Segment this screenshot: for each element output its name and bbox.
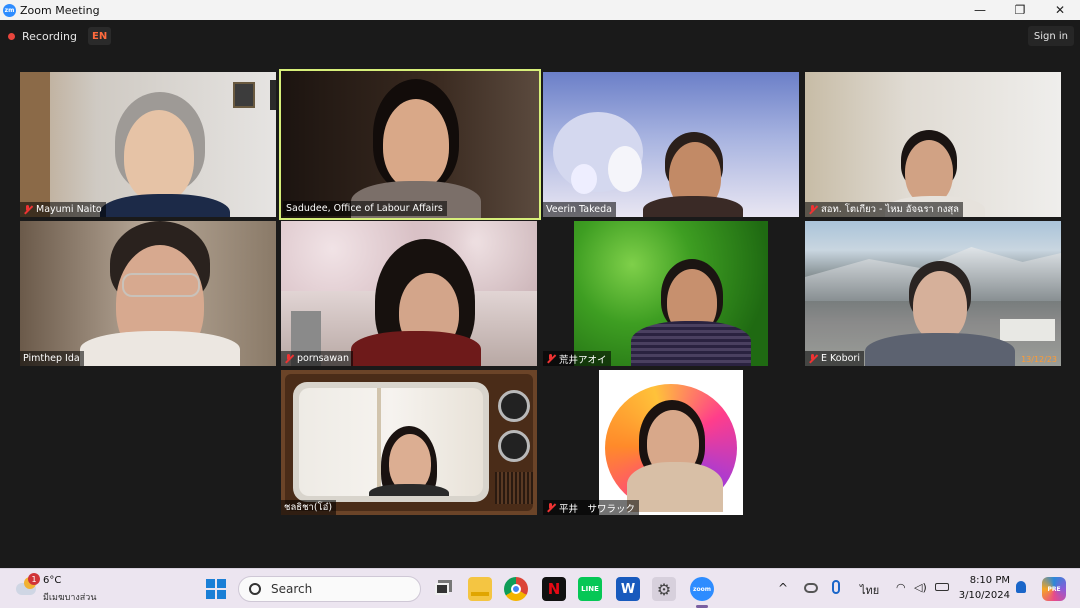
participant-name-label: สอท. โตเกียว - ไหม อัจฉรา กงสุล [805,202,963,217]
copilot-icon[interactable]: PRE [1042,577,1066,601]
muted-mic-icon [808,205,817,214]
video-tile[interactable]: 荒井アオイ [543,221,799,366]
muted-mic-icon [546,354,555,363]
sign-in-button[interactable]: Sign in [1027,26,1074,46]
participant-name-label: 荒井アオイ [543,351,611,366]
muted-mic-icon [808,354,817,363]
windows-start-icon[interactable] [204,577,228,601]
word-icon[interactable]: W [616,577,640,601]
video-tile[interactable]: Veerin Takeda [543,72,799,217]
participant-name-label: Pimthep Ida [20,351,84,366]
muted-mic-icon [284,354,293,363]
taskbar-search-box[interactable]: Search [238,576,421,602]
recording-indicator[interactable]: Recording [8,27,77,45]
video-tile[interactable]: Pimthep Ida [20,221,276,366]
recording-dot-icon [8,32,15,40]
participant-name-label: 平井 サワラック [543,500,640,515]
video-date-overlay: 13/12/23 [1021,355,1057,364]
minimize-button[interactable]: — [960,0,1000,20]
search-icon [249,583,261,595]
video-tile[interactable]: ชลธิชา(โอ๋) [281,370,537,515]
participant-name-label: E Kobori [805,351,864,366]
participant-name-label: Sadudee, Office of Labour Affairs [283,201,447,216]
video-tile[interactable]: pornsawan [281,221,537,366]
wifi-icon[interactable]: ◠ [896,581,906,594]
video-tile[interactable]: 13/12/23 E Kobori [805,221,1061,366]
task-view-icon[interactable] [430,577,454,601]
file-explorer-icon[interactable] [468,577,492,601]
microphone-icon[interactable] [832,580,840,594]
weather-notification-badge: 1 [28,573,40,585]
onedrive-icon[interactable] [804,583,818,593]
muted-mic-icon [23,205,32,214]
video-tile-active-speaker[interactable]: Sadudee, Office of Labour Affairs [279,69,541,220]
windows-taskbar: 1 6°C มีเมฆบางส่วน Search N LINE W ⚙ zoo… [0,568,1080,608]
zoom-logo-icon: zm [3,3,16,17]
video-tile[interactable]: Mayumi Naito [20,72,276,217]
settings-gear-icon[interactable]: ⚙ [652,577,676,601]
close-button[interactable]: ✕ [1040,0,1080,20]
zoom-window: zm Zoom Meeting — ❐ ✕ Recording EN Sign … [0,0,1080,568]
video-tile[interactable]: 平井 サワラック [543,370,799,515]
video-tile[interactable]: สอท. โตเกียว - ไหม อัจฉรา กงสุล [805,72,1061,217]
participant-name-label: Mayumi Naito [20,202,106,217]
participant-name-label: Veerin Takeda [543,202,616,217]
clock-date[interactable]: 3/10/2024 [956,590,1010,601]
recording-label: Recording [22,29,78,43]
chrome-icon[interactable] [504,577,528,601]
title-bar: zm Zoom Meeting — ❐ ✕ [0,0,1080,20]
weather-temp: 6°C [43,575,62,586]
participant-name-label: pornsawan [281,351,353,366]
input-language-indicator[interactable]: ไทย [860,581,879,599]
line-app-icon[interactable]: LINE [578,577,602,601]
window-title: Zoom Meeting [20,3,100,17]
clock-time[interactable]: 8:10 PM [966,575,1010,586]
chevron-up-icon[interactable]: ^ [778,581,788,595]
zoom-app-icon[interactable]: zoom [690,577,714,601]
meeting-top-bar: Recording EN Sign in [0,22,1080,50]
muted-mic-icon [546,503,555,512]
volume-icon[interactable]: ◁) [914,581,927,594]
notification-bell-icon[interactable] [1016,581,1026,593]
language-interpretation-button[interactable]: EN [88,27,112,45]
netflix-icon[interactable]: N [542,577,566,601]
battery-icon[interactable] [935,583,949,591]
search-placeholder: Search [271,582,313,596]
restore-button[interactable]: ❐ [1000,0,1040,20]
weather-description: มีเมฆบางส่วน [43,593,97,603]
participant-name-label: ชลธิชา(โอ๋) [281,500,337,515]
weather-widget-icon[interactable]: 1 [16,573,40,599]
